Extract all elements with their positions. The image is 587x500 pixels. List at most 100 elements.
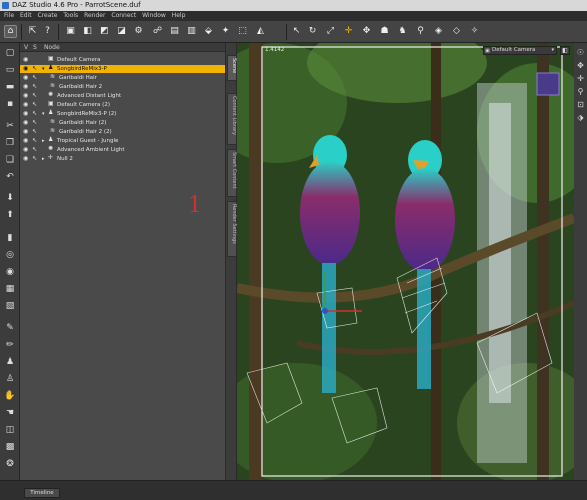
help-cursor-icon[interactable]: ⇱ xyxy=(26,25,39,38)
aux-view-icon[interactable]: ◩ xyxy=(98,25,111,38)
menu-file[interactable]: File xyxy=(4,12,14,19)
paste-icon[interactable]: ❏ xyxy=(4,155,16,166)
viewport-options-button[interactable]: ◧ xyxy=(560,46,570,55)
scene-node-row[interactable]: ◉ ↖ ▾ ♟ SongbirdReMix3-P (2) xyxy=(20,110,225,118)
selectable-icon[interactable]: ↖ xyxy=(32,138,39,144)
render-icon[interactable]: ◧ xyxy=(81,25,94,38)
selectable-icon[interactable]: ↖ xyxy=(32,120,39,126)
geometry-tool-icon[interactable]: ⬚ xyxy=(236,25,249,38)
geometry-edit-icon[interactable]: ◈ xyxy=(432,25,445,38)
expand-arrow-icon[interactable]: ▸ xyxy=(42,155,45,163)
ungroup-icon[interactable]: ▧ xyxy=(4,301,16,312)
selectable-icon[interactable]: ↖ xyxy=(32,102,39,108)
pan-icon[interactable]: ✥ xyxy=(575,60,586,71)
eye-icon[interactable]: ◉ xyxy=(23,138,30,144)
selectable-icon[interactable]: ↖ xyxy=(32,75,39,81)
translate-icon[interactable]: ✥ xyxy=(360,25,373,38)
scene-node-row[interactable]: ◉ ↖ ≋ Garibaldi Hair xyxy=(20,74,225,82)
scene-node-row[interactable]: ◉ ↖ ≋ Garibaldi Hair 2 (2) xyxy=(20,128,225,136)
eye-icon[interactable]: ◉ xyxy=(23,111,30,117)
universal-tool-icon[interactable]: ✛ xyxy=(342,25,355,38)
import-icon[interactable]: ⬇ xyxy=(4,193,16,204)
cube-icon[interactable]: ◫ xyxy=(4,425,16,436)
eye-icon[interactable]: ◉ xyxy=(23,120,30,126)
globe-icon[interactable]: ❂ xyxy=(4,459,16,470)
scene-node-row[interactable]: ◉ ↖ ▸ ♟ Tropical Guest - Jungle xyxy=(20,137,225,145)
surface-tool-icon[interactable]: ▥ xyxy=(185,25,198,38)
person-icon[interactable]: ♙ xyxy=(4,374,16,385)
selectable-icon[interactable]: ↖ xyxy=(32,66,39,72)
selectable-icon[interactable]: ↖ xyxy=(32,111,39,117)
selectable-icon[interactable]: ↖ xyxy=(32,156,39,162)
weight-tool-icon[interactable]: ◭ xyxy=(254,25,267,38)
menu-help[interactable]: Help xyxy=(172,12,186,19)
visibility-column-header[interactable]: V xyxy=(24,44,28,51)
scene-node-row[interactable]: ◉ ↖ ▣ Default Camera (2) xyxy=(20,101,225,109)
node-column-header[interactable]: Node xyxy=(44,44,60,51)
viewport[interactable]: 1.4142 ▣ Default Camera ▾ ◧ xyxy=(237,43,574,480)
joint-tool-icon[interactable]: ⬙ xyxy=(202,25,215,38)
menu-render[interactable]: Render xyxy=(84,12,105,19)
region-tool-icon[interactable]: ☍ xyxy=(151,25,164,38)
menu-tools[interactable]: Tools xyxy=(63,12,78,19)
copy-icon[interactable]: ❐ xyxy=(4,138,16,149)
eye-icon[interactable]: ◉ xyxy=(23,84,30,90)
scene-node-row[interactable]: ◉ ↖ ✺ Advanced Ambient Light xyxy=(20,146,225,154)
ruler-icon[interactable]: ▮ xyxy=(4,233,16,244)
cut-icon[interactable]: ✂ xyxy=(4,121,16,132)
brush-icon[interactable]: ✏ xyxy=(4,340,16,351)
merge-icon[interactable]: ▬ xyxy=(4,82,16,93)
eye-icon[interactable]: ◉ xyxy=(23,66,30,72)
save-icon[interactable]: ▪ xyxy=(4,99,16,110)
rotate-icon[interactable]: ↻ xyxy=(306,25,319,38)
eye-icon[interactable]: ◉ xyxy=(23,147,30,153)
pen-icon[interactable]: ✎ xyxy=(4,323,16,334)
scene-tool-icon[interactable]: ▤ xyxy=(168,25,181,38)
selectable-icon[interactable]: ↖ xyxy=(32,84,39,90)
expand-arrow-icon[interactable]: ▾ xyxy=(42,110,45,118)
frame-icon[interactable]: ⊡ xyxy=(575,99,586,110)
node-tool-icon[interactable]: ⚙ xyxy=(132,25,145,38)
settings-icon[interactable]: ◎ xyxy=(4,250,16,261)
scene-node-row-selected[interactable]: ◉ ↖ ▾ ♟ SongbirdReMix3-P xyxy=(20,65,225,73)
tab-render-settings[interactable]: Render Settings xyxy=(227,201,237,257)
grid-icon[interactable]: ▩ xyxy=(4,442,16,453)
open-icon[interactable]: ▭ xyxy=(4,65,16,76)
tab-scene[interactable]: Scene xyxy=(227,55,237,81)
perspective-icon[interactable]: ⬗ xyxy=(575,112,586,123)
scene-node-row[interactable]: ◉ ▣ Default Camera xyxy=(20,56,225,64)
eye-icon[interactable]: ◉ xyxy=(23,75,30,81)
camera-tool-icon[interactable]: ▣ xyxy=(64,25,77,38)
figure-tool-icon[interactable]: ♟ xyxy=(4,357,16,368)
eye-icon[interactable]: ◉ xyxy=(23,57,30,63)
node-weight-icon[interactable]: ⚲ xyxy=(414,25,427,38)
menu-create[interactable]: Create xyxy=(38,12,58,19)
active-pose-icon[interactable]: ☗ xyxy=(378,25,391,38)
undo-icon[interactable]: ↶ xyxy=(4,172,16,183)
pointer-icon[interactable]: ↖ xyxy=(290,25,303,38)
scene-node-row[interactable]: ◉ ↖ ≋ Garibaldi Hair (2) xyxy=(20,119,225,127)
help-icon[interactable]: ? xyxy=(41,25,54,38)
group-icon[interactable]: ▦ xyxy=(4,284,16,295)
selectable-icon[interactable]: ↖ xyxy=(32,147,39,153)
orbit-icon[interactable]: ☉ xyxy=(575,47,586,58)
pose-icon[interactable]: ♞ xyxy=(396,25,409,38)
zoom-icon[interactable]: ⚲ xyxy=(575,86,586,97)
spot-render-icon[interactable]: ◪ xyxy=(115,25,128,38)
morph-icon[interactable]: ✋ xyxy=(4,391,16,402)
eye-icon[interactable]: ◉ xyxy=(23,129,30,135)
dolly-icon[interactable]: ✛ xyxy=(575,73,586,84)
tab-timeline[interactable]: Timeline xyxy=(24,488,60,498)
expand-arrow-icon[interactable]: ▸ xyxy=(42,137,45,145)
tab-smart-content[interactable]: Smart Content xyxy=(227,149,237,197)
eye-icon[interactable]: ◉ xyxy=(23,156,30,162)
scene-node-row[interactable]: ◉ ↖ ✺ Advanced Distant Light xyxy=(20,92,225,100)
menu-edit[interactable]: Edit xyxy=(20,12,32,19)
spot-light-icon[interactable]: ✧ xyxy=(468,25,481,38)
home-icon[interactable]: ⌂ xyxy=(4,25,17,38)
surface-selection-icon[interactable]: ◇ xyxy=(450,25,463,38)
eye-icon[interactable]: ◉ xyxy=(23,93,30,99)
eye-icon[interactable]: ◉ xyxy=(23,102,30,108)
menu-connect[interactable]: Connect xyxy=(111,12,136,19)
align-icon[interactable]: ◉ xyxy=(4,267,16,278)
